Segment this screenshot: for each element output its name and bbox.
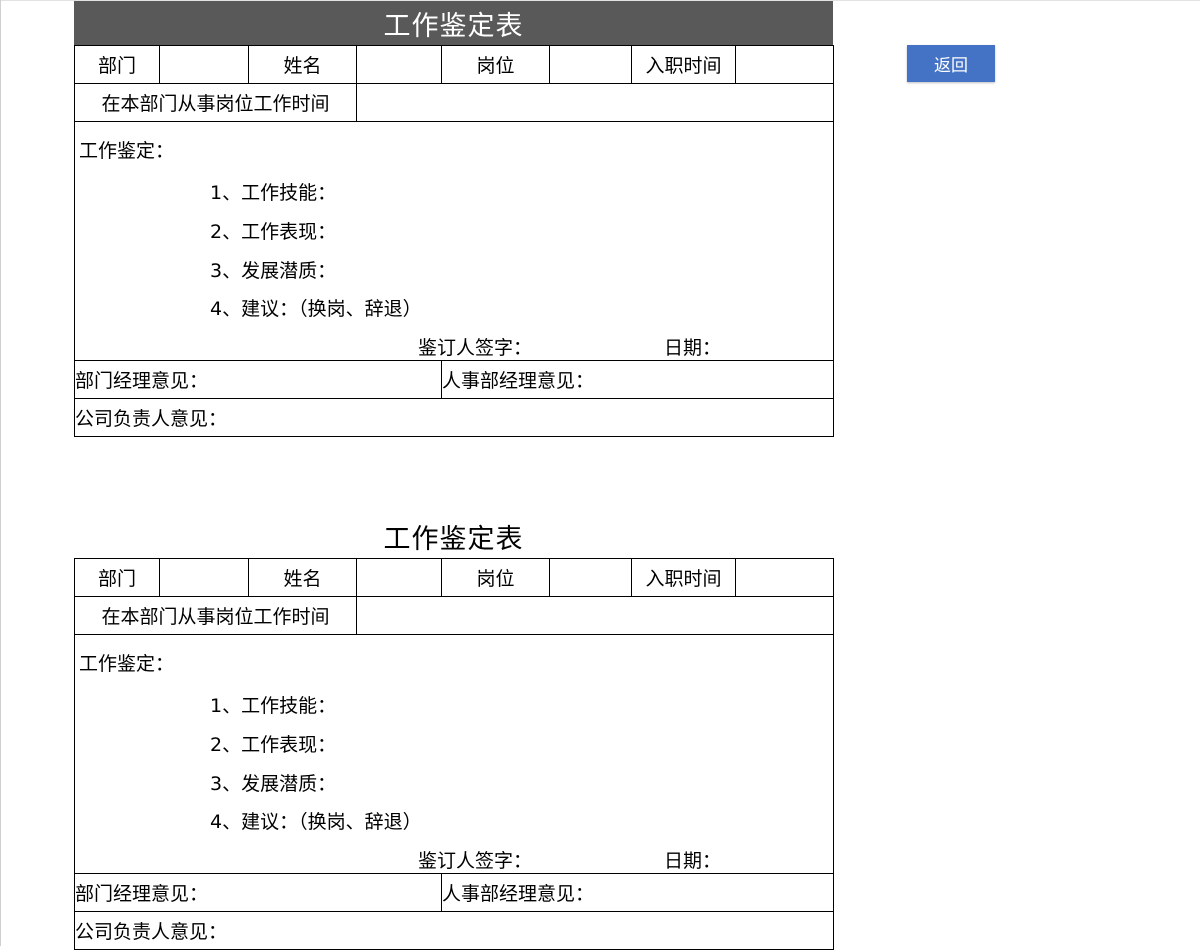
hire-date-value-cell[interactable] (735, 558, 834, 597)
suggestion-item: 4、建议：（换岗、辞退） (210, 298, 422, 320)
form-table: 部门 姓名 岗位 入职时间 在本部门从事岗位工作时间 工作鉴定： 1、工作技能：… (74, 45, 834, 437)
name-value-cell[interactable] (356, 45, 442, 84)
tenure-value-cell[interactable] (356, 83, 834, 122)
company-head-row: 公司负责人意见： (74, 911, 834, 950)
date-label: 日期： (664, 337, 722, 359)
header-row: 部门 姓名 岗位 入职时间 (74, 558, 834, 597)
hr-manager-opinion-cell[interactable]: 人事部经理意见： (441, 873, 834, 912)
company-head-opinion-cell[interactable]: 公司负责人意见： (74, 911, 834, 950)
hire-date-value-cell[interactable] (735, 45, 834, 84)
return-button[interactable]: 返回 (907, 45, 995, 82)
sheet-left-edge (0, 0, 1, 946)
date-label: 日期： (664, 850, 722, 872)
dept-manager-opinion-cell[interactable]: 部门经理意见： (74, 360, 442, 399)
name-label: 姓名 (248, 558, 357, 597)
tenure-row: 在本部门从事岗位工作时间 (74, 596, 834, 635)
development-potential-item: 3、发展潜质： (210, 773, 337, 795)
department-value-cell[interactable] (159, 558, 249, 597)
dept-manager-opinion-cell[interactable]: 部门经理意见： (74, 873, 442, 912)
evaluation-row: 工作鉴定： 1、工作技能： 2、工作表现： 3、发展潜质： 4、建议：（换岗、辞… (74, 634, 834, 874)
work-performance-item: 2、工作表现： (210, 734, 337, 756)
tenure-label: 在本部门从事岗位工作时间 (74, 83, 357, 122)
evaluation-cell[interactable]: 工作鉴定： 1、工作技能： 2、工作表现： 3、发展潜质： 4、建议：（换岗、辞… (74, 634, 834, 874)
evaluation-form-2: 工作鉴定表 部门 姓名 岗位 入职时间 在本部门从事岗位工作时间 工作鉴定： 1… (74, 514, 834, 950)
position-value-cell[interactable] (549, 558, 632, 597)
hire-date-label: 入职时间 (631, 45, 736, 84)
hr-manager-opinion-cell[interactable]: 人事部经理意见： (441, 360, 834, 399)
position-label: 岗位 (441, 558, 550, 597)
evaluation-cell[interactable]: 工作鉴定： 1、工作技能： 2、工作表现： 3、发展潜质： 4、建议：（换岗、辞… (74, 121, 834, 361)
manager-opinion-row: 部门经理意见： 人事部经理意见： (74, 873, 834, 912)
company-head-row: 公司负责人意见： (74, 398, 834, 437)
evaluation-title: 工作鉴定： (79, 653, 175, 675)
tenure-row: 在本部门从事岗位工作时间 (74, 83, 834, 122)
tenure-label: 在本部门从事岗位工作时间 (74, 596, 357, 635)
department-label: 部门 (74, 558, 160, 597)
header-row: 部门 姓名 岗位 入职时间 (74, 45, 834, 84)
manager-opinion-row: 部门经理意见： 人事部经理意见： (74, 360, 834, 399)
work-performance-item: 2、工作表现： (210, 221, 337, 243)
name-label: 姓名 (248, 45, 357, 84)
development-potential-item: 3、发展潜质： (210, 260, 337, 282)
position-label: 岗位 (441, 45, 550, 84)
work-skills-item: 1、工作技能： (210, 182, 337, 204)
evaluation-title: 工作鉴定： (79, 140, 175, 162)
company-head-opinion-cell[interactable]: 公司负责人意见： (74, 398, 834, 437)
position-value-cell[interactable] (549, 45, 632, 84)
form-title: 工作鉴定表 (74, 1, 833, 45)
department-value-cell[interactable] (159, 45, 249, 84)
form-table: 部门 姓名 岗位 入职时间 在本部门从事岗位工作时间 工作鉴定： 1、工作技能：… (74, 558, 834, 950)
evaluation-row: 工作鉴定： 1、工作技能： 2、工作表现： 3、发展潜质： 4、建议：（换岗、辞… (74, 121, 834, 361)
suggestion-item: 4、建议：（换岗、辞退） (210, 811, 422, 833)
signature-label: 鉴订人签字： (418, 850, 533, 872)
name-value-cell[interactable] (356, 558, 442, 597)
signature-label: 鉴订人签字： (418, 337, 533, 359)
form-title: 工作鉴定表 (383, 523, 524, 555)
tenure-value-cell[interactable] (356, 596, 834, 635)
hire-date-label: 入职时间 (631, 558, 736, 597)
department-label: 部门 (74, 45, 160, 84)
evaluation-form-1: 工作鉴定表 部门 姓名 岗位 入职时间 在本部门从事岗位工作时间 工作鉴定： 1… (74, 1, 834, 437)
work-skills-item: 1、工作技能： (210, 695, 337, 717)
